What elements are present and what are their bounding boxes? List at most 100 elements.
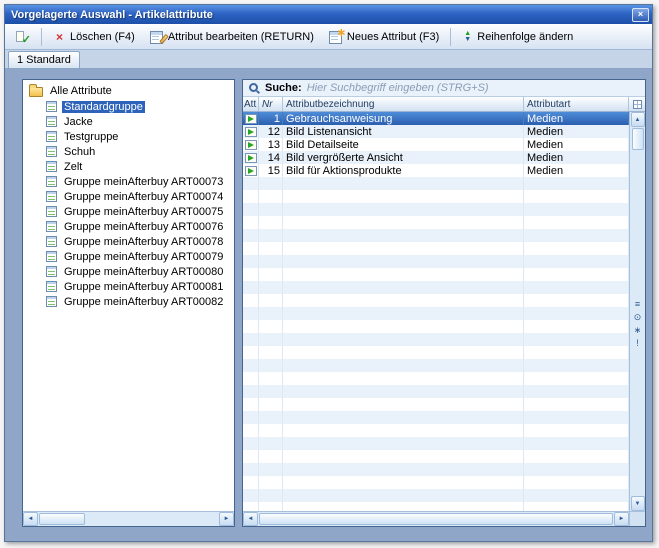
column-chooser-button[interactable]	[629, 97, 645, 111]
apply-button[interactable]: ✓	[8, 26, 37, 47]
delete-button[interactable]: × Löschen (F4)	[46, 26, 142, 47]
grid-horizontal-scrollbar[interactable]: ◄ ►	[243, 511, 645, 526]
content-area: Alle Attribute Standardgruppe	[5, 69, 652, 541]
sparkle-icon: ∗	[337, 26, 346, 39]
arrow-down-icon: ▼	[464, 37, 471, 43]
tab-standard[interactable]: 1 Standard	[8, 51, 80, 68]
cell-attributart: Medien	[524, 164, 629, 177]
cell-nr: 1	[259, 112, 283, 125]
tree-item-label: Zelt	[62, 161, 84, 173]
column-header-attributart[interactable]: Attributart	[524, 97, 629, 111]
attribute-group-icon	[46, 251, 57, 262]
scrollbar-track[interactable]: ≡ ⊙ ∗ !	[630, 150, 645, 496]
empty-column	[259, 177, 283, 511]
cell-attributbezeichnung: Bild Listenansicht	[283, 125, 524, 138]
attribute-row[interactable]: 12 Bild Listenansicht Medien	[243, 125, 629, 138]
attribute-group-icon	[46, 191, 57, 202]
scroll-left-button[interactable]: ◄	[243, 512, 258, 526]
tree-horizontal-scrollbar[interactable]: ◄ ►	[23, 511, 234, 526]
scrollbar-thumb[interactable]	[39, 513, 85, 525]
column-header-label: Nr	[262, 99, 273, 110]
tree-item[interactable]: Gruppe meinAfterbuy ART00082	[25, 294, 232, 309]
attribute-group-icon	[46, 236, 57, 247]
toolbar: ✓ × Löschen (F4) Attribut bearbeiten (RE…	[5, 24, 652, 50]
close-icon: ×	[638, 9, 643, 20]
desktop-background: Vorgelagerte Auswahl - Artikelattribute …	[0, 0, 659, 548]
scrollbar-thumb[interactable]	[259, 513, 613, 525]
column-header-att[interactable]: Att	[243, 97, 259, 111]
cell-att	[243, 125, 259, 138]
attribute-row[interactable]: 13 Bild Detailseite Medien	[243, 138, 629, 151]
tree-item[interactable]: Gruppe meinAfterbuy ART00073	[25, 174, 232, 189]
attribute-row[interactable]: 15 Bild für Aktionsprodukte Medien	[243, 164, 629, 177]
column-header-attributbezeichnung[interactable]: Attributbezeichnung	[283, 97, 524, 111]
cell-attributbezeichnung: Bild vergrößerte Ansicht	[283, 151, 524, 164]
scroll-up-icon: ▲	[635, 115, 641, 125]
scroll-left-button[interactable]: ◄	[23, 512, 38, 526]
new-attribute-button[interactable]: ∗ Neues Attribut (F3)	[322, 26, 446, 47]
tree-item[interactable]: Gruppe meinAfterbuy ART00081	[25, 279, 232, 294]
scrollbar-annotation-icon[interactable]: !	[631, 338, 645, 348]
media-attribute-icon	[245, 166, 257, 176]
tree-item[interactable]: Gruppe meinAfterbuy ART00075	[25, 204, 232, 219]
tree-item-label: Gruppe meinAfterbuy ART00080	[62, 266, 225, 278]
tree-item-label: Gruppe meinAfterbuy ART00074	[62, 191, 225, 203]
attribute-group-tree-panel: Alle Attribute Standardgruppe	[22, 79, 235, 527]
attribute-row[interactable]: 1 Gebrauchsanweisung Medien	[243, 112, 629, 125]
tree-item[interactable]: Gruppe meinAfterbuy ART00079	[25, 249, 232, 264]
tree-item[interactable]: Gruppe meinAfterbuy ART00080	[25, 264, 232, 279]
tree-item[interactable]: Jacke	[25, 114, 232, 129]
scroll-down-button[interactable]: ▼	[631, 496, 645, 511]
tree-item-label: Gruppe meinAfterbuy ART00078	[62, 236, 225, 248]
grid-empty-area	[243, 177, 629, 511]
tree-root-all-attributes[interactable]: Alle Attribute	[25, 83, 232, 99]
scroll-up-button[interactable]: ▲	[631, 112, 645, 127]
grid-body: 1 Gebrauchsanweisung Medien 12	[243, 112, 645, 511]
scrollbar-annotation-icon[interactable]: ∗	[631, 325, 645, 335]
tree-item[interactable]: Gruppe meinAfterbuy ART00076	[25, 219, 232, 234]
tree-item-label: Gruppe meinAfterbuy ART00075	[62, 206, 225, 218]
toolbar-separator	[41, 28, 42, 46]
grid-vertical-scrollbar[interactable]: ▲ ≡ ⊙ ∗	[629, 112, 645, 511]
scrollbar-thumb[interactable]	[632, 128, 644, 150]
new-button-label: Neues Attribut (F3)	[347, 31, 439, 43]
cell-nr: 13	[259, 138, 283, 151]
attribute-group-icon	[46, 176, 57, 187]
scrollbar-annotation-icon[interactable]: ≡	[631, 299, 645, 309]
tree-item[interactable]: Schuh	[25, 144, 232, 159]
tree-item-label: Testgruppe	[62, 131, 120, 143]
edit-button-label: Attribut bearbeiten (RETURN)	[168, 31, 314, 43]
delete-button-label: Löschen (F4)	[70, 31, 135, 43]
close-button[interactable]: ×	[632, 8, 649, 22]
cell-att	[243, 151, 259, 164]
reorder-icon: ▲ ▼	[462, 31, 473, 43]
tree-item[interactable]: Standardgruppe	[25, 99, 232, 114]
tree-item-label: Schuh	[62, 146, 97, 158]
scroll-right-icon: ►	[619, 514, 625, 524]
search-input[interactable]: Hier Suchbegriff eingeben (STRG+S)	[307, 82, 640, 94]
attribute-group-icon	[46, 281, 57, 292]
scrollbar-annotation-icon[interactable]: ⊙	[631, 312, 645, 322]
media-attribute-icon	[245, 140, 257, 150]
tree-item[interactable]: Gruppe meinAfterbuy ART00074	[25, 189, 232, 204]
attribute-row[interactable]: 14 Bild vergrößerte Ansicht Medien	[243, 151, 629, 164]
column-header-nr[interactable]: Nr	[259, 97, 283, 111]
scrollbar-corner	[629, 512, 645, 526]
reorder-button[interactable]: ▲ ▼ Reihenfolge ändern	[455, 26, 580, 47]
edit-attribute-button[interactable]: Attribut bearbeiten (RETURN)	[143, 26, 321, 47]
scroll-right-button[interactable]: ►	[614, 512, 629, 526]
column-header-label: Attributbezeichnung	[286, 99, 374, 110]
tab-strip: 1 Standard	[5, 50, 652, 69]
tree-item[interactable]: Zelt	[25, 159, 232, 174]
tree-item[interactable]: Testgruppe	[25, 129, 232, 144]
tree-item[interactable]: Gruppe meinAfterbuy ART00078	[25, 234, 232, 249]
scroll-right-button[interactable]: ►	[219, 512, 234, 526]
column-header-label: Att	[244, 99, 256, 110]
scroll-left-icon: ◄	[248, 514, 254, 524]
attribute-group-icon	[46, 161, 57, 172]
title-bar[interactable]: Vorgelagerte Auswahl - Artikelattribute …	[5, 5, 652, 24]
empty-column	[283, 177, 524, 511]
tree-item-label: Jacke	[62, 116, 95, 128]
tree-item-label: Gruppe meinAfterbuy ART00079	[62, 251, 225, 263]
grid-header: Att Nr Attributbezeichnung Attributart	[243, 97, 645, 112]
